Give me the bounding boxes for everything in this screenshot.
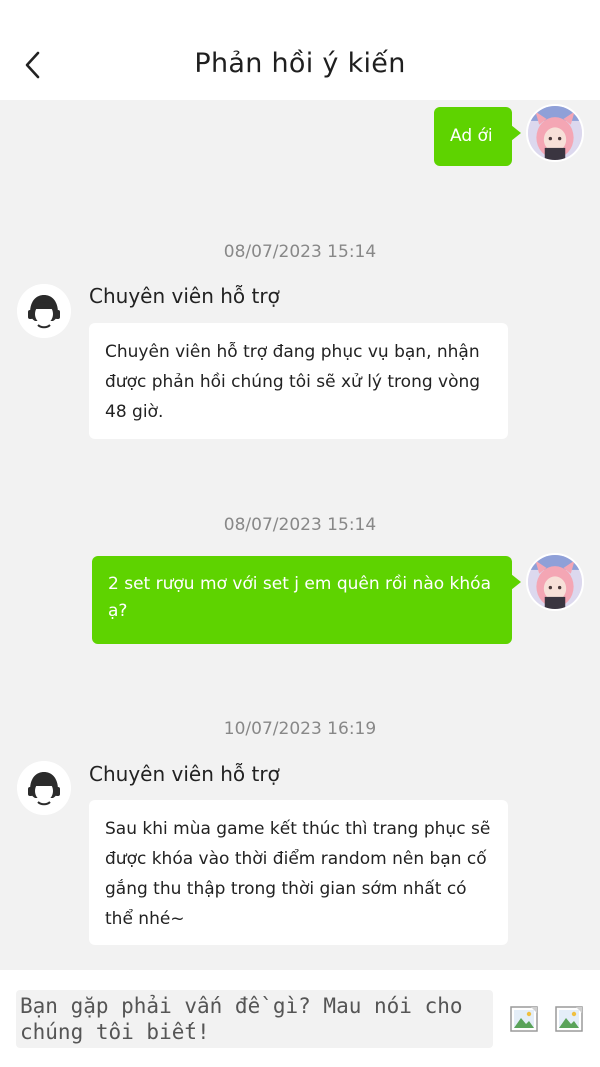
user-avatar[interactable] (526, 553, 584, 611)
message-input[interactable] (16, 990, 493, 1048)
message-composer (0, 970, 600, 1067)
message-timestamp: 10/07/2023 16:19 (223, 719, 377, 739)
broken-image-icon (510, 1006, 538, 1032)
message-timestamp: 08/07/2023 15:14 (223, 242, 377, 262)
support-message-bubble: Chuyên viên hỗ trợ đang phục vụ bạn, nhậ… (89, 323, 508, 439)
support-message-bubble: Sau khi mùa game kết thúc thì trang phục… (89, 800, 508, 945)
message-text: 2 set rượu mơ với set j em quên rồi nào … (108, 574, 491, 621)
support-sender-name: Chuyên viên hỗ trợ (89, 284, 280, 308)
support-avatar[interactable] (17, 761, 71, 815)
message-timestamp: 08/07/2023 15:14 (223, 515, 377, 535)
attach-button[interactable] (554, 1004, 584, 1034)
chat-area[interactable]: Ad ới 08/07/2023 15:14 Chuyên viên hỗ tr (0, 100, 600, 970)
app-header: Phản hồi ý kiến (0, 0, 600, 100)
user-avatar[interactable] (526, 104, 584, 162)
broken-image-icon (555, 1006, 583, 1032)
page-title: Phản hồi ý kiến (194, 48, 406, 79)
user-message-bubble: 2 set rượu mơ với set j em quên rồi nào … (92, 556, 521, 644)
message-text: Ad ới (450, 126, 493, 146)
send-image-button[interactable] (509, 1004, 539, 1034)
support-avatar[interactable] (17, 284, 71, 338)
support-sender-name: Chuyên viên hỗ trợ (89, 762, 280, 786)
user-message-bubble: Ad ới (434, 107, 521, 166)
